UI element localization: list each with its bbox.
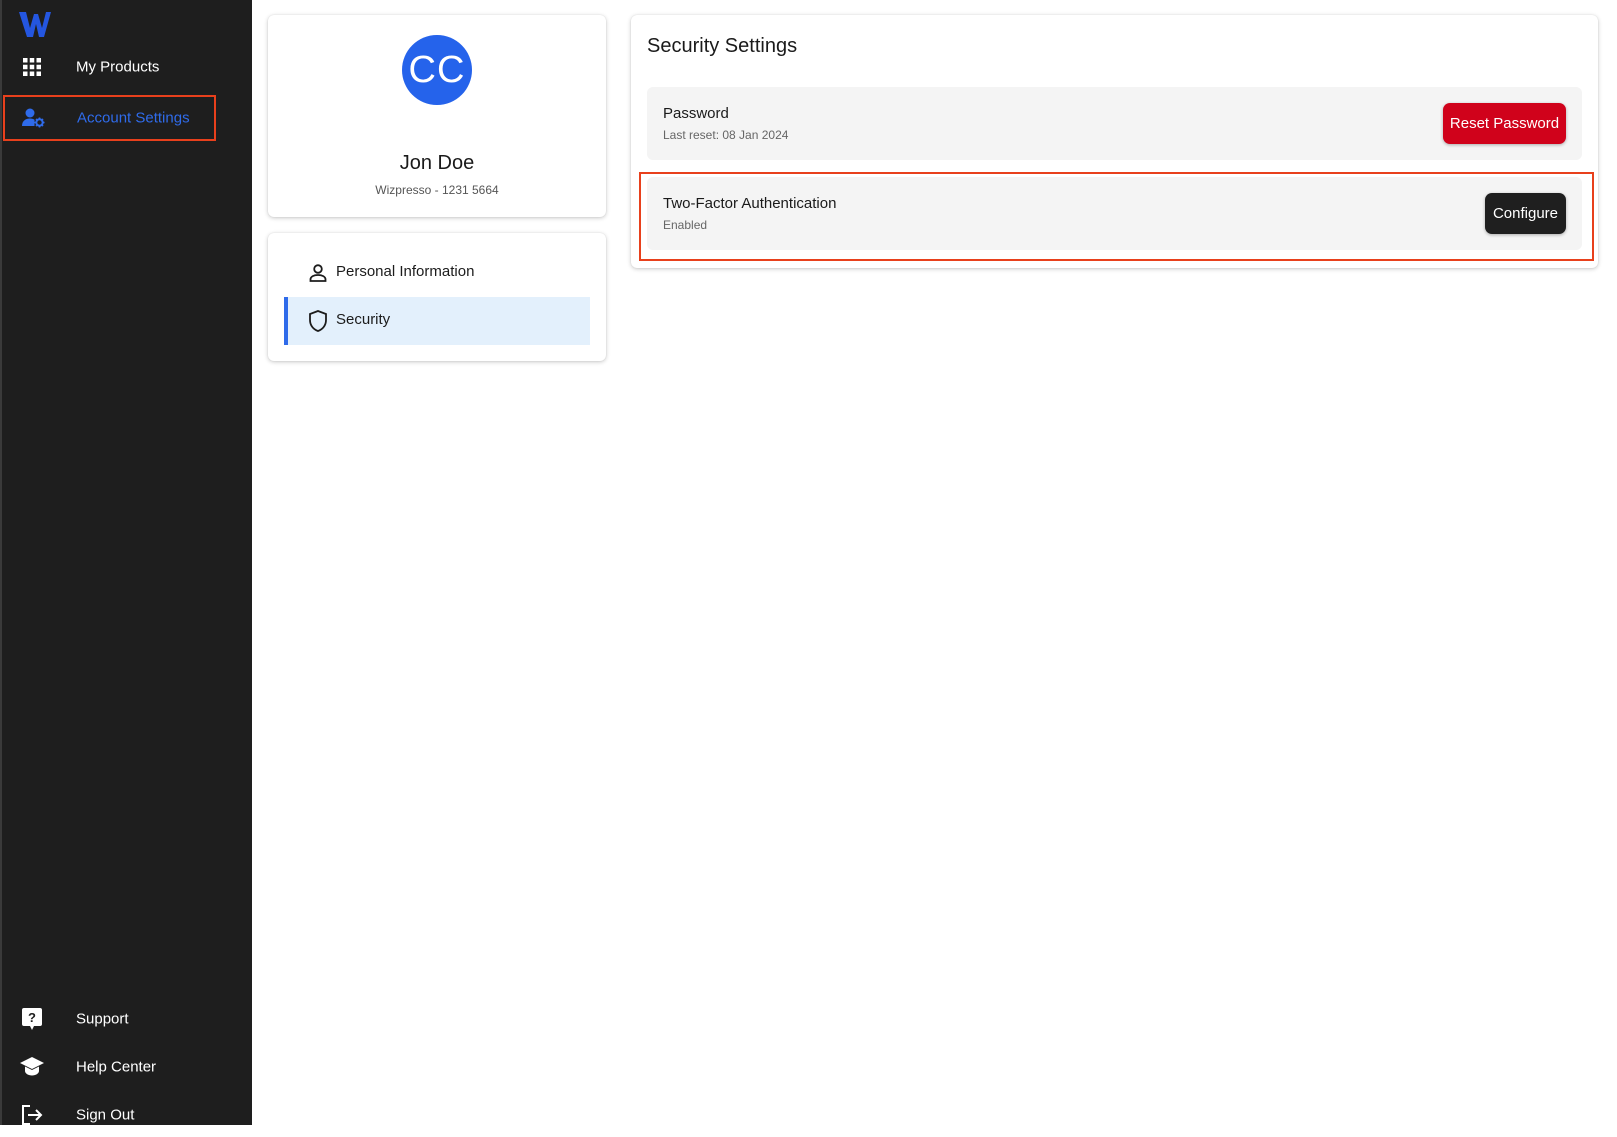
menu-item-label: Personal Information: [336, 263, 475, 280]
two-factor-status: Enabled: [663, 218, 708, 232]
profile-card: CC Jon Doe Wizpresso - 1231 5664: [268, 15, 606, 217]
sidebar-item-support[interactable]: ? Support: [2, 997, 214, 1041]
sidebar-item-label: Support: [76, 1010, 129, 1028]
profile-subtitle: Wizpresso - 1231 5664: [375, 183, 499, 197]
question-icon: ?: [20, 1007, 44, 1031]
security-settings-card: Security Settings Password Last reset: 0…: [631, 15, 1598, 268]
person-icon: [306, 261, 330, 285]
grid-icon: [20, 55, 44, 79]
sidebar-item-my-products[interactable]: My Products: [2, 45, 214, 89]
avatar[interactable]: CC: [402, 35, 472, 105]
password-title: Password: [663, 105, 729, 122]
configure-button[interactable]: Configure: [1485, 193, 1566, 234]
logo-icon[interactable]: [18, 8, 52, 40]
user-gear-icon: [22, 106, 46, 130]
two-factor-title: Two-Factor Authentication: [663, 195, 837, 212]
settings-menu: Personal Information Security: [268, 233, 606, 361]
page-title: Security Settings: [647, 35, 798, 57]
sidebar: My Products Account Settings ? Support H…: [0, 0, 252, 1125]
sidebar-item-label: Account Settings: [77, 109, 190, 127]
sidebar-item-account-settings[interactable]: Account Settings: [3, 95, 216, 141]
svg-text:?: ?: [28, 1010, 36, 1025]
shield-icon: [306, 309, 330, 333]
menu-item-label: Security: [336, 311, 391, 328]
sidebar-item-sign-out[interactable]: Sign Out: [2, 1093, 214, 1137]
sidebar-item-label: Help Center: [76, 1058, 157, 1076]
password-last-reset: Last reset: 08 Jan 2024: [663, 128, 789, 142]
two-factor-row: Two-Factor Authentication Enabled Config…: [647, 177, 1582, 250]
sign-out-icon: [20, 1103, 44, 1127]
reset-password-button[interactable]: Reset Password: [1443, 103, 1566, 144]
sidebar-item-label: My Products: [76, 58, 160, 76]
password-row: Password Last reset: 08 Jan 2024 Reset P…: [647, 87, 1582, 160]
menu-item-security[interactable]: Security: [284, 297, 590, 345]
graduation-cap-icon: [20, 1055, 44, 1079]
sidebar-item-help-center[interactable]: Help Center: [2, 1045, 214, 1089]
menu-item-personal-information[interactable]: Personal Information: [284, 249, 590, 297]
profile-name: Jon Doe: [399, 152, 475, 174]
sidebar-item-label: Sign Out: [76, 1106, 135, 1124]
